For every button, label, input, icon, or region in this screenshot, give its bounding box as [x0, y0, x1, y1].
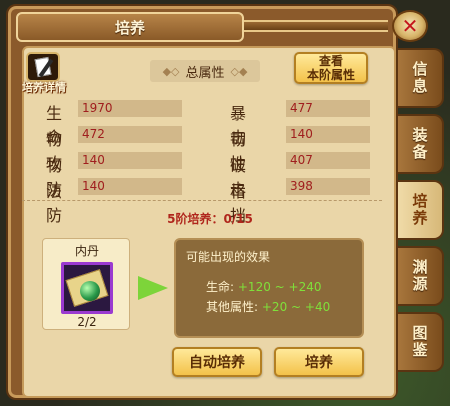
divider	[22, 200, 382, 201]
effect-other-label: 其他属性:	[206, 300, 259, 314]
tab-gallery[interactable]: 图鉴	[398, 312, 444, 372]
title-bar: 培养	[16, 12, 244, 42]
tab-info[interactable]: 信息	[398, 48, 444, 108]
auto-train-button[interactable]: 自动培养	[172, 347, 262, 377]
tab-label: 装备	[410, 127, 429, 161]
close-icon: ✕	[401, 14, 419, 38]
item-name: 内丹	[74, 244, 99, 258]
training-progress: 5阶培养：0/15	[167, 212, 253, 226]
effect-hp-label: 生命:	[206, 280, 235, 294]
training-detail-icon[interactable]	[26, 52, 60, 82]
total-attributes-title: ◆◇ 总属性 ◇◆	[150, 60, 260, 82]
jade-orb-icon	[80, 281, 100, 301]
tab-label: 渊源	[410, 259, 429, 293]
train-button[interactable]: 培养	[274, 347, 364, 377]
stat-value: 140	[286, 126, 370, 143]
close-button[interactable]: ✕	[392, 10, 428, 42]
tab-origin[interactable]: 渊源	[398, 246, 444, 306]
window-title: 培养	[114, 18, 145, 37]
effect-hp-value: +120 ~ +240	[237, 280, 322, 294]
training-detail-label[interactable]: 培养详情	[16, 79, 72, 97]
effect-other-value: +20 ~ +40	[261, 300, 331, 314]
effects-title: 可能出现的效果	[186, 250, 271, 264]
stat-value: 407	[286, 152, 370, 169]
material-item-card[interactable]: 内丹 2/2	[42, 238, 130, 330]
tab-label: 图鉴	[410, 325, 429, 359]
title-rail	[244, 20, 388, 32]
ornament-left-icon: ◆◇	[162, 64, 180, 78]
tab-training[interactable]: 培养	[398, 180, 444, 240]
stage-button-line1: 查看	[318, 54, 343, 68]
section-title-text: 总属性	[185, 65, 225, 81]
stat-label: 法防	[46, 182, 63, 225]
stat-value: 477	[286, 100, 370, 117]
effect-other-line: 其他属性: +20 ~ +40	[206, 298, 330, 315]
stat-value: 1970	[78, 100, 182, 117]
stat-value: 472	[78, 126, 182, 143]
arrow-right-icon	[138, 276, 168, 300]
possible-effects-box: 可能出现的效果 生命: +120 ~ +240 其他属性: +20 ~ +40	[174, 238, 364, 338]
ornament-right-icon: ◇◆	[230, 64, 248, 78]
stat-value: 140	[78, 152, 182, 169]
tab-label: 信息	[410, 61, 429, 95]
effect-hp-line: 生命: +120 ~ +240	[206, 278, 321, 295]
tab-label: 培养	[410, 193, 429, 227]
stat-value: 398	[286, 178, 370, 195]
item-count: 2/2	[77, 315, 97, 329]
stage-button-line2: 本阶属性	[306, 68, 355, 82]
view-stage-attributes-button[interactable]: 查看 本阶属性	[294, 52, 368, 84]
tab-equipment[interactable]: 装备	[398, 114, 444, 174]
stat-value: 140	[78, 178, 182, 195]
inner-elixir-icon[interactable]	[61, 262, 113, 314]
